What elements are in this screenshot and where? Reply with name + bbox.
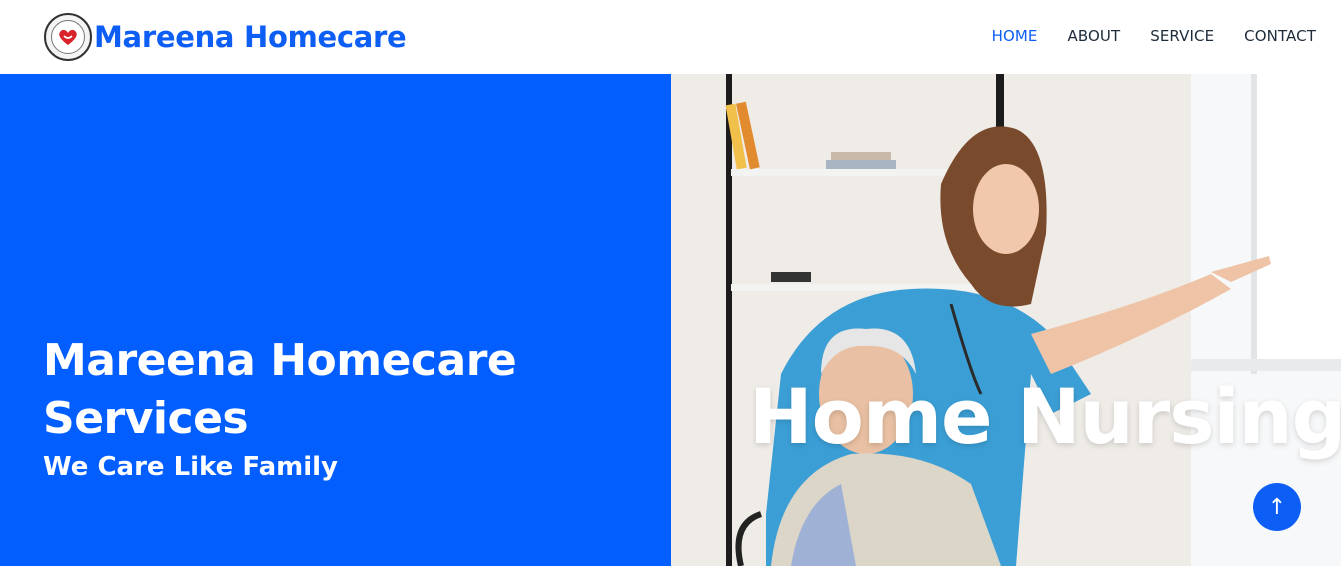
hero-image-panel: Home Nursing	[671, 74, 1341, 566]
hero-title-line2: Services	[43, 393, 249, 444]
brand-name: Mareena Homecare	[94, 20, 407, 54]
nav-item-service[interactable]: SERVICE	[1150, 27, 1214, 45]
hero-title-line1: Mareena Homecare	[43, 335, 517, 386]
arrow-up-icon: ↑	[1267, 494, 1287, 520]
site-header: Mareena Homecare HOME ABOUT SERVICE CONT…	[0, 0, 1341, 74]
main-nav: HOME ABOUT SERVICE CONTACT	[992, 27, 1316, 45]
brand-link[interactable]: Mareena Homecare	[44, 13, 407, 61]
heart-hands-logo-icon	[44, 13, 92, 61]
scroll-top-button[interactable]: ↑	[1253, 483, 1301, 531]
nav-item-home[interactable]: HOME	[992, 27, 1038, 45]
hero-photo	[671, 74, 1341, 566]
hero-title: Mareena Homecare Services	[43, 332, 603, 448]
nav-item-about[interactable]: ABOUT	[1067, 27, 1120, 45]
nav-item-contact[interactable]: CONTACT	[1244, 27, 1316, 45]
hero-image-caption: Home Nursing	[749, 372, 1341, 461]
hero-text-panel: Mareena Homecare Services We Care Like F…	[0, 74, 671, 566]
hero-subtitle: We Care Like Family	[43, 452, 338, 482]
